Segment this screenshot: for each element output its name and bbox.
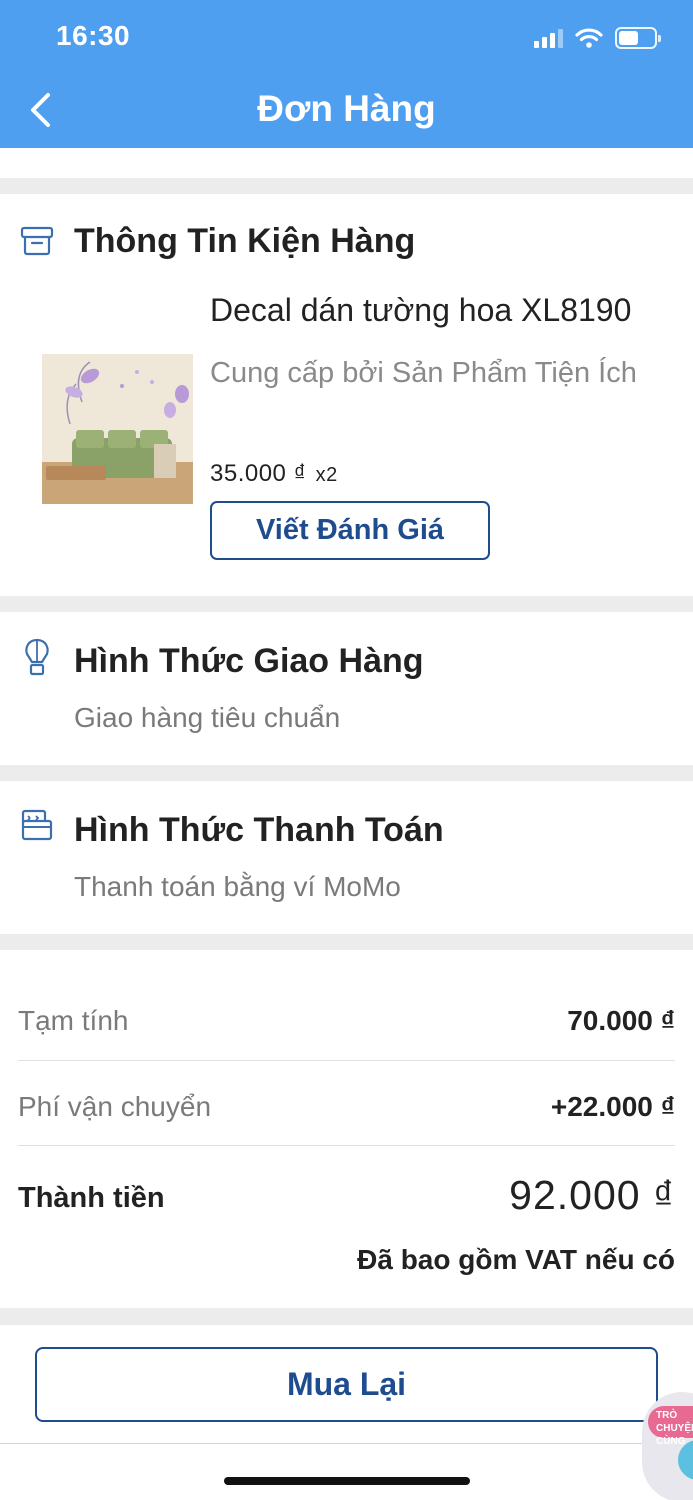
page-title: Đơn Hàng [257, 88, 436, 129]
package-info-section: Thông Tin Kiện Hàng Decal dán tường hoa … [0, 194, 693, 596]
product-name[interactable]: Decal dán tường hoa XL8190 [210, 292, 631, 329]
subtotal-value: 70.000 ₫ [567, 1004, 675, 1036]
app-header: 16:30 Đơn Hàng [0, 0, 693, 148]
summary-divider [18, 1145, 675, 1146]
shipping-fee-value: +22.000 ₫ [550, 1090, 675, 1122]
summary-divider [18, 1060, 675, 1061]
delivery-balloon-icon [25, 638, 49, 676]
subtotal-row: Tạm tính 70.000 ₫ [18, 978, 675, 1063]
order-detail-screen: 16:30 Đơn Hàng Thông Tin Kiện Hàng Decal… [0, 0, 693, 1500]
product-image[interactable] [42, 354, 193, 504]
payment-method-value: Thanh toán bằng ví MoMo [74, 871, 401, 902]
bottom-action-bar: Mua Lại [0, 1325, 693, 1500]
shipping-fee-row: Phí vận chuyển +22.000 ₫ [18, 1064, 675, 1149]
product-provider: Cung cấp bởi Sản Phẩm Tiện Ích [210, 357, 637, 389]
product-price: 35.000 ₫ x2 [210, 460, 338, 488]
order-summary-section: Tạm tính 70.000 ₫ Phí vận chuyển +22.000… [0, 950, 693, 1308]
total-value: 92.000 ₫ [509, 1172, 675, 1218]
payment-method-title: Hình Thức Thanh Toán [74, 811, 444, 849]
vat-note: Đã bao gồm VAT nếu có [357, 1244, 675, 1275]
box-icon [20, 226, 54, 256]
status-icons [534, 26, 661, 50]
product-quantity: x2 [315, 464, 338, 486]
shipping-fee-label: Phí vận chuyển [18, 1090, 212, 1122]
delivery-method-value: Giao hàng tiêu chuẩn [74, 702, 341, 733]
total-label: Thành tiền [18, 1182, 165, 1214]
bottom-divider [0, 1443, 693, 1444]
battery-icon [615, 27, 661, 49]
delivery-method-title: Hình Thức Giao Hàng [74, 642, 424, 680]
write-review-button[interactable]: Viết Đánh Giá [210, 501, 490, 560]
payment-card-icon [21, 809, 53, 841]
wifi-icon [575, 28, 603, 48]
status-time: 16:30 [56, 20, 131, 51]
home-indicator[interactable] [224, 1477, 470, 1485]
package-info-title: Thông Tin Kiện Hàng [74, 222, 416, 260]
delivery-method-section: Hình Thức Giao Hàng Giao hàng tiêu chuẩn [0, 612, 693, 765]
product-unit-price: 35.000 ₫ [210, 460, 307, 487]
chat-support-widget[interactable]: TRÒ CHUYỆN CÙNG [642, 1392, 693, 1500]
cellular-signal-icon [534, 28, 563, 48]
buy-again-button[interactable]: Mua Lại [35, 1347, 658, 1422]
product-photo [42, 354, 193, 504]
payment-method-section: Hình Thức Thanh Toán Thanh toán bằng ví … [0, 781, 693, 934]
chat-support-label: TRÒ CHUYỆN CÙNG [648, 1406, 693, 1447]
subtotal-label: Tạm tính [18, 1004, 129, 1036]
previous-section-tail [0, 148, 693, 178]
